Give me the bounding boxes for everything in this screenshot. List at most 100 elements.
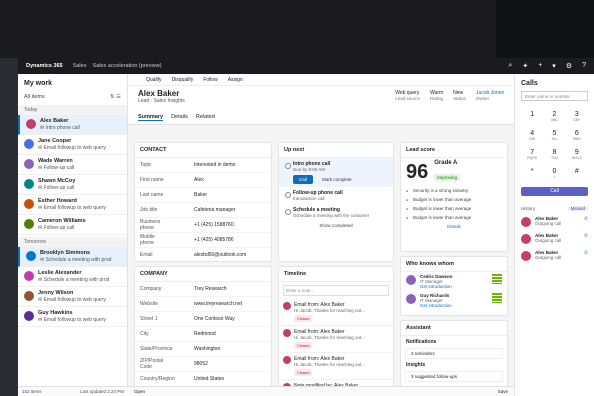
show-completed-link[interactable]: Show completed <box>279 221 393 228</box>
timeline-entry[interactable]: Email from: Alex Baker Hi Jacob, Thanks f… <box>279 326 393 353</box>
field-value[interactable]: Trey Research <box>194 286 266 292</box>
get-introduction-link[interactable]: Get introduction <box>420 303 452 308</box>
qualify-button[interactable]: Qualify <box>146 77 162 83</box>
filter-icon[interactable]: ▾ <box>552 62 556 70</box>
phone-icon[interactable]: ✆ <box>584 250 588 261</box>
call-history-item[interactable]: Alex Baker Outgoing call ✆ <box>515 213 594 230</box>
filter-label[interactable]: All items <box>24 94 45 100</box>
field-value[interactable]: Cafeteria manager <box>194 207 266 213</box>
keypad-key[interactable]: # <box>566 168 588 179</box>
work-item[interactable]: Esther Howard ✉ Email followup to web que… <box>18 195 127 215</box>
keypad-key[interactable]: 8 TUV <box>543 149 565 160</box>
keypad-key[interactable]: * <box>521 168 543 179</box>
app-brand[interactable]: Dynamics 365 <box>26 63 63 69</box>
keypad-key[interactable]: 3 DEF <box>566 111 588 122</box>
tab-related[interactable]: Related <box>196 114 215 121</box>
field-value[interactable]: United States <box>194 376 266 382</box>
field-row[interactable]: State/Province Washington <box>135 342 271 357</box>
field-row[interactable]: Mobile phone +1 (425) 4085786 <box>135 233 271 248</box>
suggested-item[interactable]: 3 suggested follow-ups <box>405 371 503 382</box>
field-row[interactable]: Company Trey Research <box>135 282 271 297</box>
call-history-item[interactable]: Alex Baker Outgoing call ✆ <box>515 230 594 247</box>
field-row[interactable]: Website www.treyresearch.net <box>135 297 271 312</box>
keypad-key[interactable]: 4 GHI <box>521 130 543 141</box>
plus-icon[interactable]: + <box>538 62 542 70</box>
field-value[interactable]: 98052 <box>194 361 266 367</box>
phone-icon[interactable]: ✆ <box>584 233 588 244</box>
item-name: Leslie Alexander <box>38 270 82 276</box>
call-button[interactable]: Call <box>293 175 313 184</box>
field-row[interactable]: ZIP/Postal Code 98052 <box>135 357 271 372</box>
timeline-entry[interactable]: Email from: Alex Baker Hi Jacob, Thanks f… <box>279 353 393 380</box>
field-row[interactable]: Business phone +1 (425) 1588760 <box>135 218 271 233</box>
field-row[interactable]: Topic Interested in demo <box>135 158 271 173</box>
field-value[interactable]: Washington <box>194 346 266 352</box>
item-action: ✉ Follow-up call <box>38 165 75 171</box>
field-value[interactable]: +1 (425) 4085786 <box>194 237 266 243</box>
keypad-key[interactable]: 6 MNO <box>566 130 588 141</box>
field-row[interactable]: City Redmond <box>135 327 271 342</box>
step-item[interactable]: Follow-up phone call Introduction call <box>279 187 393 204</box>
step-item[interactable]: Schedule a meeting Schedule a meeting wi… <box>279 204 393 221</box>
step-current[interactable]: Intro phone call Due by 9:00 AM Call Mar… <box>279 158 393 187</box>
field-value[interactable]: Interested in demo <box>194 162 266 168</box>
save-button[interactable]: Save <box>498 389 508 394</box>
work-item[interactable]: Cameron Williams ✉ Follow-up call <box>18 215 127 235</box>
filter-row[interactable]: All items ⇅ ☰ <box>18 91 127 103</box>
field-row[interactable]: Country/Region United States <box>135 372 271 387</box>
tab-summary[interactable]: Summary <box>138 114 164 121</box>
field-value[interactable]: One Contoso Way <box>194 316 266 322</box>
search-icon[interactable]: ⌕ <box>508 62 512 70</box>
field-value[interactable]: Alex <box>194 177 266 183</box>
step-desc: Introduction call <box>293 196 325 201</box>
field-value[interactable]: www.treyresearch.net <box>194 301 266 307</box>
help-icon[interactable]: ? <box>582 62 586 70</box>
work-item[interactable]: Jane Cooper ✉ Email followup to web query <box>18 135 127 155</box>
work-item[interactable]: Jenny Wilson ✉ Email followup to web quer… <box>18 287 127 307</box>
work-item[interactable]: Alex Baker ✉ Intro phone call <box>18 115 127 135</box>
work-item[interactable]: Shawn McCoy ✉ Follow-up call <box>18 175 127 195</box>
history-filter[interactable]: Missed <box>567 206 588 211</box>
contact-person[interactable]: Guy Richards IT Manager Get introduction <box>401 291 507 310</box>
breadcrumb-accel[interactable]: Sales acceleration (preview) <box>92 63 161 69</box>
field-value[interactable]: Baker <box>194 192 266 198</box>
keypad-key[interactable]: 7 PQRS <box>521 149 543 160</box>
work-item[interactable]: Leslie Alexander ✉ Schedule a meeting wit… <box>18 267 127 287</box>
sort-icon[interactable]: ⇅ ☰ <box>110 94 121 100</box>
mark-complete-button[interactable]: Mark complete <box>318 175 356 184</box>
keypad-key[interactable]: 2 ABC <box>543 111 565 122</box>
details-link[interactable]: Details <box>401 222 507 229</box>
field-value[interactable]: alexbd50@outlook.com <box>194 252 266 258</box>
follow-button[interactable]: Follow <box>203 77 217 83</box>
call-history-item[interactable]: Alex Baker Outgoing call ✆ <box>515 247 594 264</box>
field-row[interactable]: Email alexbd50@outlook.com <box>135 248 271 263</box>
entry-desc: Hi Jacob, Thanks for reaching out... <box>294 308 365 313</box>
field-row[interactable]: Job title Cafeteria manager <box>135 203 271 218</box>
keypad-key[interactable]: 5 JKL <box>543 130 565 141</box>
field-row[interactable]: Street 1 One Contoso Way <box>135 312 271 327</box>
keypad-key[interactable]: 9 WXYZ <box>566 149 588 160</box>
keypad-key[interactable]: 1 <box>521 111 543 122</box>
lightbulb-icon[interactable]: ✦ <box>522 62 528 70</box>
contact-person[interactable]: Cedric Dawson IT Manager Get introduction <box>401 272 507 291</box>
reminders-item[interactable]: 2 reminders <box>405 348 503 359</box>
timeline-entry[interactable]: Email from: Alex Baker Hi Jacob, Thanks f… <box>279 299 393 326</box>
gear-icon[interactable]: ⚙ <box>566 62 572 70</box>
field-value[interactable]: +1 (425) 1588760 <box>194 222 266 228</box>
work-item[interactable]: Guy Hawkins ✉ Email followup to web query <box>18 307 127 327</box>
phone-icon[interactable]: ✆ <box>584 216 588 227</box>
note-input[interactable]: Enter a note... <box>283 285 389 296</box>
field-row[interactable]: First name Alex <box>135 173 271 188</box>
work-item[interactable]: Brooklyn Simmons ✉ Schedule a meeting wit… <box>18 247 127 267</box>
get-introduction-link[interactable]: Get introduction <box>420 284 453 289</box>
tab-details[interactable]: Details <box>171 114 188 121</box>
field-row[interactable]: Last name Baker <box>135 188 271 203</box>
breadcrumb-sales[interactable]: Sales <box>73 63 87 69</box>
dial-call-button[interactable]: Call <box>521 187 588 196</box>
keypad-key[interactable]: 0 + <box>543 168 565 179</box>
dial-input[interactable]: Enter name or number <box>521 91 588 101</box>
field-value[interactable]: Redmond <box>194 331 266 337</box>
assign-button[interactable]: Assign <box>228 77 243 83</box>
disqualify-button[interactable]: Disqualify <box>172 77 194 83</box>
work-item[interactable]: Wade Warren ✉ Follow-up call <box>18 155 127 175</box>
